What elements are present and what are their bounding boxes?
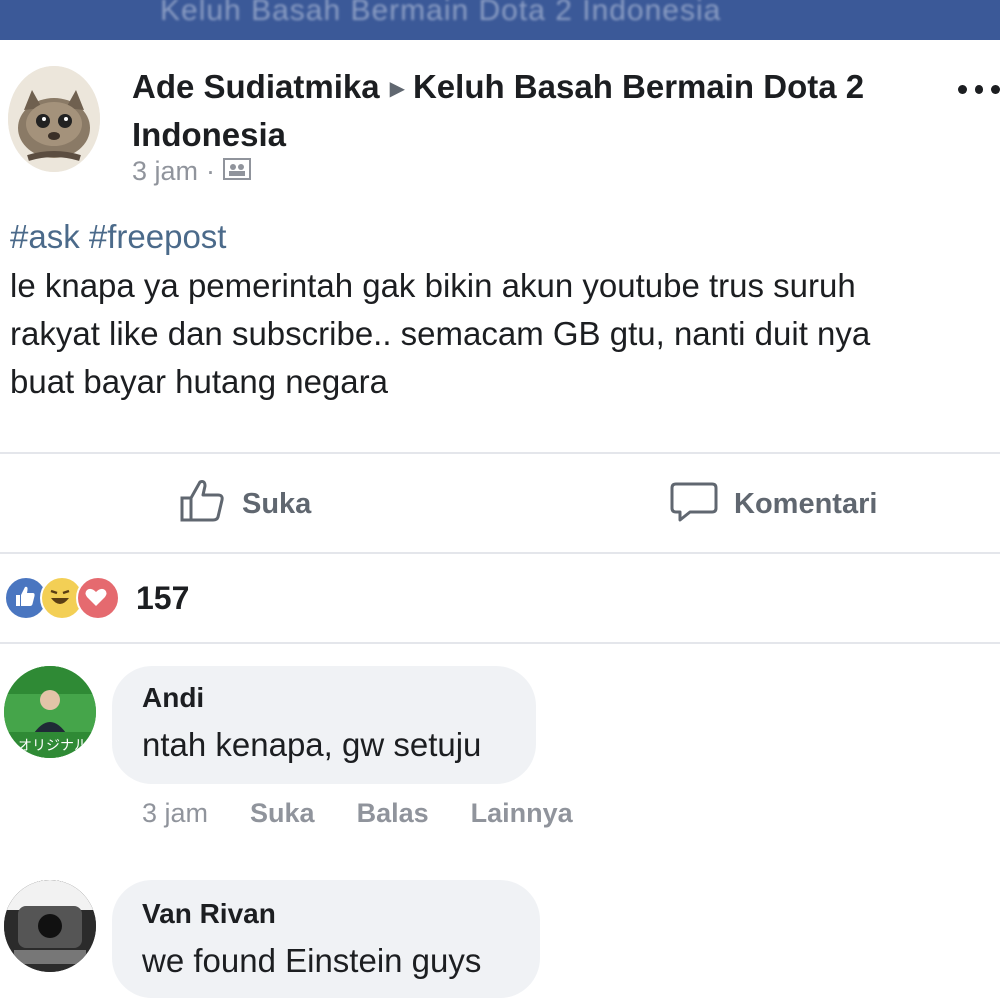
author-name[interactable]: Ade Sudiatmika [132, 68, 380, 105]
post-author-line: Ade Sudiatmika ▶ Keluh Basah Bermain Dota … [132, 64, 932, 158]
thumbs-up-icon [178, 476, 226, 532]
comment-like-link[interactable]: Suka [250, 798, 315, 829]
post-text-line: le knapa ya pemerintah gak bikin akun yo… [10, 267, 856, 304]
reaction-count: 157 [136, 579, 190, 616]
commenter-avatar[interactable] [4, 880, 96, 972]
like-button[interactable]: Suka [178, 476, 311, 532]
like-label: Suka [242, 487, 312, 520]
reaction-summary[interactable]: 157 [4, 576, 189, 620]
comment-label: Komentari [734, 487, 878, 520]
avatar-image: オリジナル [4, 666, 96, 758]
post-text-line: buat bayar hutang negara [10, 363, 388, 400]
commenter-avatar[interactable]: オリジナル [4, 666, 96, 758]
commenter-name[interactable]: Andi [142, 682, 204, 714]
arrow-right-icon: ▶ [389, 78, 405, 100]
post-time[interactable]: 3 jam [132, 156, 198, 187]
top-bar-title: Keluh Basah Bermain Dota 2 Indonesia [160, 0, 722, 27]
post-text-line: rakyat like dan subscribe.. semacam GB g… [10, 315, 871, 352]
group-icon [223, 156, 252, 187]
divider [0, 552, 1000, 554]
love-icon [76, 576, 120, 620]
divider [0, 452, 1000, 454]
commenter-name[interactable]: Van Rivan [142, 898, 276, 930]
comment-time[interactable]: 3 jam [142, 798, 208, 829]
more-options-icon[interactable] [958, 74, 1000, 104]
top-bar: Keluh Basah Bermain Dota 2 Indonesia [0, 0, 1000, 40]
meta-separator: · [206, 156, 216, 186]
avatar-image [4, 880, 96, 972]
post-meta: 3 jam · [132, 156, 252, 187]
post-text: le knapa ya pemerintah gak bikin akun yo… [10, 262, 990, 406]
comment-reply-link[interactable]: Balas [357, 798, 429, 829]
comment-text: we found Einstein guys [142, 942, 482, 979]
post-hashtags[interactable]: #ask #freepost [10, 218, 226, 256]
divider [0, 642, 1000, 644]
svg-text:オリジナル: オリジナル [18, 738, 88, 754]
comment-more-link[interactable]: Lainnya [471, 798, 573, 829]
comment-icon [670, 476, 718, 532]
comment-text: ntah kenapa, gw setuju [142, 726, 482, 763]
author-avatar[interactable] [8, 66, 100, 172]
cat-avatar-image [8, 66, 100, 172]
comment-button[interactable]: Komentari [670, 476, 877, 532]
comment-actions: 3 jam Suka Balas Lainnya [142, 798, 573, 829]
